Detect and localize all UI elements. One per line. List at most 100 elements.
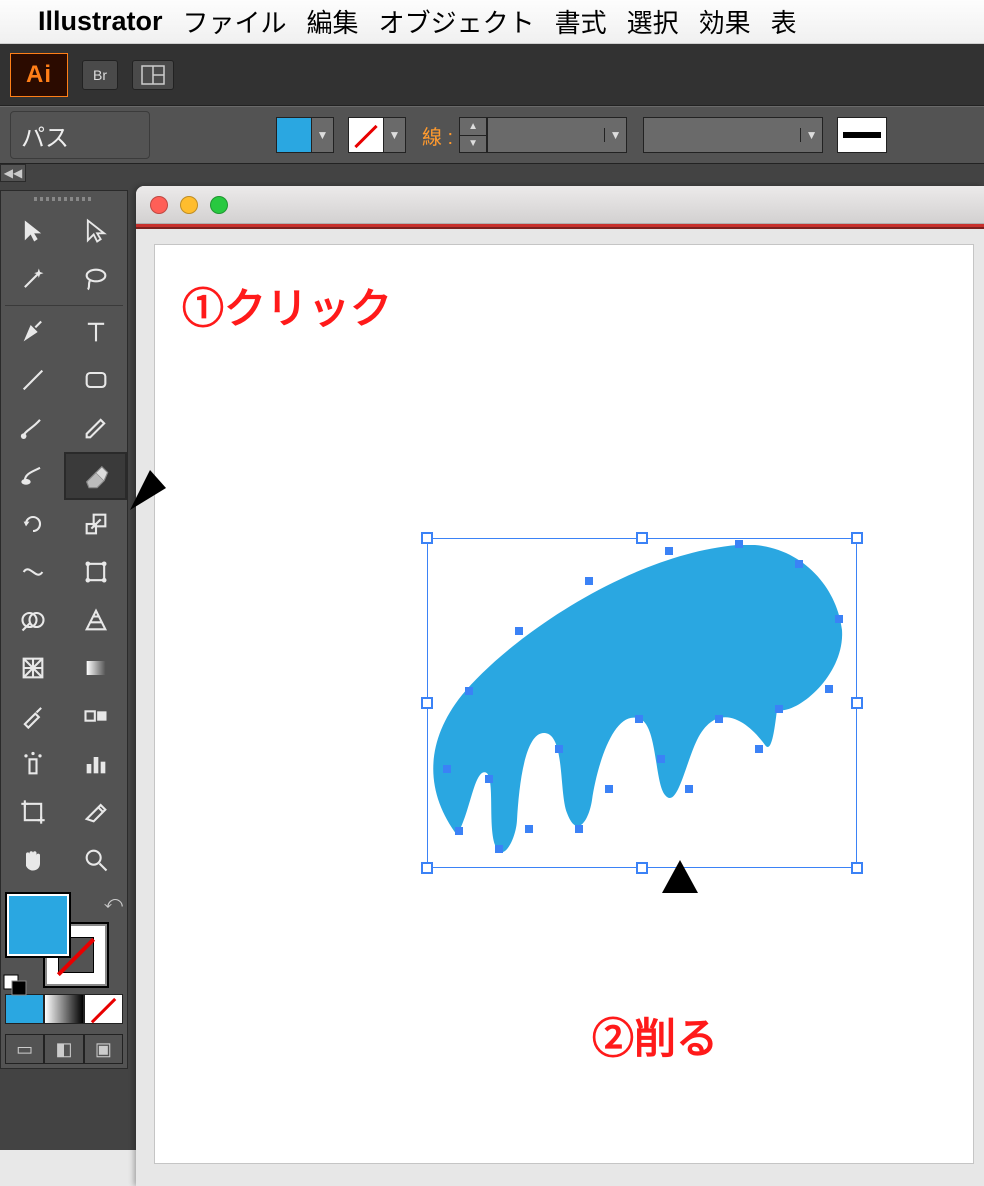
- color-mode-solid[interactable]: [5, 994, 44, 1024]
- rotate-tool[interactable]: [1, 500, 64, 548]
- annotation-step1-arrow: [120, 320, 310, 520]
- default-fill-stroke-icon[interactable]: [3, 974, 29, 996]
- bbox-handle-ml[interactable]: [421, 697, 433, 709]
- perspective-grid-tool[interactable]: [64, 596, 127, 644]
- eraser-tool[interactable]: [64, 452, 127, 500]
- fill-swatch-large[interactable]: [7, 894, 69, 956]
- swap-fill-stroke-icon[interactable]: ⤺: [104, 892, 123, 913]
- menu-edit[interactable]: 編集: [307, 3, 359, 40]
- window-zoom-button[interactable]: [210, 196, 228, 214]
- direct-selection-tool[interactable]: [64, 207, 127, 255]
- stroke-weight-stepper[interactable]: ▲▼: [459, 117, 487, 153]
- menu-type[interactable]: 書式: [555, 3, 607, 40]
- anchor-point[interactable]: [665, 547, 673, 555]
- anchor-point[interactable]: [455, 827, 463, 835]
- mesh-tool[interactable]: [1, 644, 64, 692]
- macos-menubar[interactable]: Illustrator ファイル 編集 オブジェクト 書式 選択 効果 表: [0, 0, 984, 44]
- app-top-bar: Ai Br: [0, 44, 984, 106]
- color-mode-row[interactable]: [5, 994, 123, 1024]
- anchor-point[interactable]: [795, 560, 803, 568]
- anchor-point[interactable]: [575, 825, 583, 833]
- anchor-point[interactable]: [635, 715, 643, 723]
- rectangle-tool[interactable]: [64, 356, 127, 404]
- menu-select[interactable]: 選択: [627, 3, 679, 40]
- anchor-point[interactable]: [715, 715, 723, 723]
- eyedropper-tool[interactable]: [1, 692, 64, 740]
- screen-mode-full[interactable]: ◧: [44, 1034, 83, 1064]
- pen-tool[interactable]: [1, 308, 64, 356]
- color-mode-none[interactable]: [84, 994, 123, 1024]
- bbox-handle-tl[interactable]: [421, 532, 433, 544]
- column-graph-tool[interactable]: [64, 740, 127, 788]
- bbox-handle-br[interactable]: [851, 862, 863, 874]
- bridge-button[interactable]: Br: [82, 60, 118, 90]
- screen-mode-normal[interactable]: ▭: [5, 1034, 44, 1064]
- window-minimize-button[interactable]: [180, 196, 198, 214]
- bbox-handle-tr[interactable]: [851, 532, 863, 544]
- tools-panel-grip[interactable]: [1, 191, 127, 207]
- color-mode-gradient[interactable]: [44, 994, 83, 1024]
- blob-brush-tool[interactable]: [1, 452, 64, 500]
- bbox-handle-bl[interactable]: [421, 862, 433, 874]
- gradient-tool[interactable]: [64, 644, 127, 692]
- artboard-tool[interactable]: [1, 788, 64, 836]
- selection-bounding-box[interactable]: [427, 538, 857, 868]
- control-bar: パス ▼ ▼ 線 : ▲▼ ▼ ▼: [0, 106, 984, 164]
- width-tool[interactable]: [1, 548, 64, 596]
- arrange-documents-button[interactable]: [132, 60, 174, 90]
- screen-mode-presentation[interactable]: ▣: [84, 1034, 123, 1064]
- anchor-point[interactable]: [755, 745, 763, 753]
- anchor-point[interactable]: [585, 577, 593, 585]
- anchor-point[interactable]: [657, 755, 665, 763]
- pencil-tool[interactable]: [64, 404, 127, 452]
- document-titlebar[interactable]: [136, 186, 984, 224]
- shape-builder-tool[interactable]: [1, 596, 64, 644]
- fill-color-dropdown[interactable]: ▼: [312, 117, 334, 153]
- anchor-point[interactable]: [605, 785, 613, 793]
- anchor-point[interactable]: [825, 685, 833, 693]
- free-transform-tool[interactable]: [64, 548, 127, 596]
- type-tool[interactable]: [64, 308, 127, 356]
- blend-tool[interactable]: [64, 692, 127, 740]
- bbox-handle-tc[interactable]: [636, 532, 648, 544]
- menu-object[interactable]: オブジェクト: [379, 3, 535, 40]
- zoom-tool[interactable]: [64, 836, 127, 884]
- anchor-point[interactable]: [685, 785, 693, 793]
- selection-tool[interactable]: [1, 207, 64, 255]
- menu-file[interactable]: ファイル: [183, 3, 287, 40]
- panel-collapse-handle[interactable]: ◀◀: [0, 164, 26, 182]
- paintbrush-tool[interactable]: [1, 404, 64, 452]
- app-name-menu[interactable]: Illustrator: [38, 6, 163, 37]
- stroke-weight-combo[interactable]: ▼: [487, 117, 627, 153]
- menu-effect[interactable]: 効果: [699, 3, 751, 40]
- brush-definition-button[interactable]: [837, 117, 887, 153]
- symbol-sprayer-tool[interactable]: [1, 740, 64, 788]
- hand-tool[interactable]: [1, 836, 64, 884]
- slice-tool[interactable]: [64, 788, 127, 836]
- anchor-point[interactable]: [465, 687, 473, 695]
- anchor-point[interactable]: [443, 765, 451, 773]
- screen-mode-row[interactable]: ▭ ◧ ▣: [5, 1034, 123, 1064]
- bbox-handle-mr[interactable]: [851, 697, 863, 709]
- anchor-point[interactable]: [835, 615, 843, 623]
- lasso-tool[interactable]: [64, 255, 127, 303]
- fill-stroke-swatches[interactable]: ⤺: [1, 890, 127, 984]
- anchor-point[interactable]: [735, 540, 743, 548]
- menu-view[interactable]: 表: [771, 3, 797, 40]
- line-segment-tool[interactable]: [1, 356, 64, 404]
- anchor-point[interactable]: [775, 705, 783, 713]
- window-close-button[interactable]: [150, 196, 168, 214]
- anchor-point[interactable]: [495, 845, 503, 853]
- document-modified-indicator: [136, 224, 984, 229]
- stroke-color-dropdown[interactable]: ▼: [384, 117, 406, 153]
- anchor-point[interactable]: [525, 825, 533, 833]
- fill-color-swatch[interactable]: [276, 117, 312, 153]
- magic-wand-tool[interactable]: [1, 255, 64, 303]
- anchor-point[interactable]: [555, 745, 563, 753]
- scale-tool[interactable]: [64, 500, 127, 548]
- anchor-point[interactable]: [515, 627, 523, 635]
- anchor-point[interactable]: [485, 775, 493, 783]
- stroke-color-swatch[interactable]: [348, 117, 384, 153]
- variable-width-profile-combo[interactable]: ▼: [643, 117, 823, 153]
- selection-type-label: パス: [10, 111, 150, 159]
